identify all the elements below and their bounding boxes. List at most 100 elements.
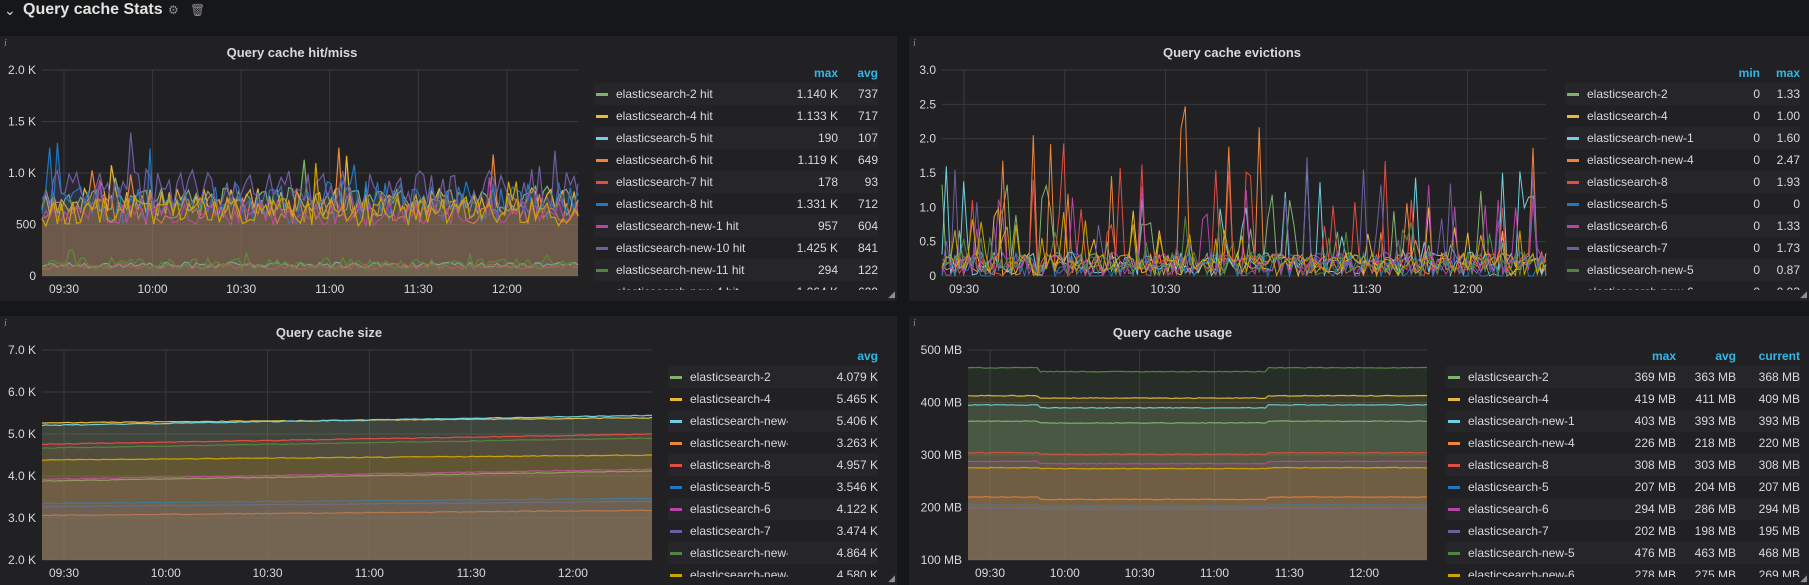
legend-series-name[interactable]: elasticsearch-new-4 bbox=[690, 436, 788, 450]
legend-series-name[interactable]: elasticsearch-new-5 bbox=[1587, 263, 1720, 277]
row-title[interactable]: Query cache Stats bbox=[23, 1, 163, 19]
legend-series-name[interactable]: elasticsearch-7 bbox=[1468, 524, 1616, 538]
legend-series-name[interactable]: elasticsearch-5 bbox=[1468, 480, 1616, 494]
legend-swatch[interactable] bbox=[596, 268, 608, 272]
chevron-down-icon[interactable]: ⌄ bbox=[4, 2, 16, 19]
legend-swatch[interactable] bbox=[1448, 441, 1460, 445]
trash-icon[interactable]: 🗑 bbox=[190, 3, 205, 17]
legend-swatch[interactable] bbox=[1448, 419, 1460, 423]
legend-column-max[interactable]: max bbox=[768, 66, 838, 80]
legend-item[interactable]: elasticsearch-7 3.474 K bbox=[668, 520, 878, 542]
legend-swatch[interactable] bbox=[1448, 397, 1460, 401]
legend-item[interactable]: elasticsearch-new-1 5.406 K bbox=[668, 410, 878, 432]
legend-item[interactable]: elasticsearch-new-6 4.580 K bbox=[668, 564, 878, 577]
legend-swatch[interactable] bbox=[670, 485, 682, 489]
legend-item[interactable]: elasticsearch-4 hit 1.133 K 717 bbox=[594, 105, 878, 127]
legend-swatch[interactable] bbox=[670, 507, 682, 511]
legend-series-name[interactable]: elasticsearch-6 bbox=[690, 502, 788, 516]
legend-item[interactable]: elasticsearch-new-5 476 MB 463 MB 468 MB bbox=[1446, 542, 1800, 564]
legend-series-name[interactable]: elasticsearch-new-4 bbox=[1587, 153, 1720, 167]
legend-series-name[interactable]: elasticsearch-2 bbox=[1587, 87, 1720, 101]
legend-item[interactable]: elasticsearch-new-1 hit 957 604 bbox=[594, 215, 878, 237]
legend-series-name[interactable]: elasticsearch-new-1 bbox=[1468, 414, 1616, 428]
legend-item[interactable]: elasticsearch-8 hit 1.331 K 712 bbox=[594, 193, 878, 215]
legend-series-name[interactable]: elasticsearch-6 bbox=[1587, 219, 1720, 233]
legend-series-name[interactable]: elasticsearch-8 bbox=[690, 458, 788, 472]
legend-item[interactable]: elasticsearch-new-4 0 2.47 bbox=[1565, 149, 1800, 171]
legend-swatch[interactable] bbox=[1567, 136, 1579, 140]
legend-series-name[interactable]: elasticsearch-new-1 hit bbox=[616, 219, 768, 233]
legend-series-name[interactable]: elasticsearch-new-1 bbox=[690, 414, 788, 428]
legend-series-name[interactable]: elasticsearch-6 hit bbox=[616, 153, 768, 167]
legend-swatch[interactable] bbox=[1448, 463, 1460, 467]
legend-swatch[interactable] bbox=[670, 551, 682, 555]
legend-series-name[interactable]: elasticsearch-7 bbox=[690, 524, 788, 538]
legend-series-name[interactable]: elasticsearch-new-6 bbox=[1468, 568, 1616, 577]
legend-swatch[interactable] bbox=[1567, 114, 1579, 118]
legend-column-avg[interactable]: avg bbox=[788, 349, 878, 363]
legend-series-name[interactable]: elasticsearch-7 bbox=[1587, 241, 1720, 255]
legend-swatch[interactable] bbox=[1448, 507, 1460, 511]
legend-item[interactable]: elasticsearch-new-1 403 MB 393 MB 393 MB bbox=[1446, 410, 1800, 432]
legend-swatch[interactable] bbox=[1567, 180, 1579, 184]
legend-series-name[interactable]: elasticsearch-new-10 hit bbox=[616, 241, 768, 255]
legend-item[interactable]: elasticsearch-new-4 hit1.064 K629 bbox=[594, 281, 878, 290]
legend-item[interactable]: elasticsearch-new-6 278 MB 275 MB 269 MB bbox=[1446, 564, 1800, 577]
legend-item[interactable]: elasticsearch-new-1 0 1.60 bbox=[1565, 127, 1800, 149]
legend-swatch[interactable] bbox=[596, 136, 608, 140]
legend-series-name[interactable]: elasticsearch-7 hit bbox=[616, 175, 768, 189]
legend-item[interactable]: elasticsearch-new-10 hit 1.425 K 841 bbox=[594, 237, 878, 259]
legend-item[interactable]: elasticsearch-2 4.079 K bbox=[668, 366, 878, 388]
legend-item[interactable]: elasticsearch-new-600.93 bbox=[1565, 281, 1800, 290]
legend-series-name[interactable]: elasticsearch-new-11 hit bbox=[616, 263, 768, 277]
legend-swatch[interactable] bbox=[670, 397, 682, 401]
legend-item[interactable]: elasticsearch-5 207 MB 204 MB 207 MB bbox=[1446, 476, 1800, 498]
legend-series-name[interactable]: elasticsearch-2 bbox=[1468, 370, 1616, 384]
legend-item[interactable]: elasticsearch-new-4 226 MB 218 MB 220 MB bbox=[1446, 432, 1800, 454]
legend-series-name[interactable]: elasticsearch-new-5 bbox=[690, 546, 788, 560]
legend-swatch[interactable] bbox=[670, 419, 682, 423]
legend-item[interactable]: elasticsearch-new-4 3.263 K bbox=[668, 432, 878, 454]
legend-series-name[interactable]: elasticsearch-2 bbox=[690, 370, 788, 384]
legend-swatch[interactable] bbox=[596, 202, 608, 206]
legend-series-name[interactable]: elasticsearch-4 hit bbox=[616, 109, 768, 123]
legend-series-name[interactable]: elasticsearch-new-5 bbox=[1468, 546, 1616, 560]
legend-swatch[interactable] bbox=[1567, 92, 1579, 96]
legend-item[interactable]: elasticsearch-8 4.957 K bbox=[668, 454, 878, 476]
legend-series-name[interactable]: elasticsearch-5 hit bbox=[616, 131, 768, 145]
legend-item[interactable]: elasticsearch-6 4.122 K bbox=[668, 498, 878, 520]
legend-item[interactable]: elasticsearch-8 308 MB 303 MB 308 MB bbox=[1446, 454, 1800, 476]
legend-swatch[interactable] bbox=[596, 114, 608, 118]
legend-item[interactable]: elasticsearch-new-5 4.864 K bbox=[668, 542, 878, 564]
legend-series-name[interactable]: elasticsearch-8 bbox=[1587, 175, 1720, 189]
legend-item[interactable]: elasticsearch-5 hit 190 107 bbox=[594, 127, 878, 149]
legend-swatch[interactable] bbox=[1567, 224, 1579, 228]
legend-swatch[interactable] bbox=[670, 463, 682, 467]
legend-item[interactable]: elasticsearch-new-5 0 0.87 bbox=[1565, 259, 1800, 281]
legend-swatch[interactable] bbox=[1567, 268, 1579, 272]
legend-series-name[interactable]: elasticsearch-4 bbox=[1587, 109, 1720, 123]
legend-item[interactable]: elasticsearch-6 hit 1.119 K 649 bbox=[594, 149, 878, 171]
legend-series-name[interactable]: elasticsearch-2 hit bbox=[616, 87, 768, 101]
legend-swatch[interactable] bbox=[1567, 202, 1579, 206]
legend-item[interactable]: elasticsearch-4 5.465 K bbox=[668, 388, 878, 410]
legend-item[interactable]: elasticsearch-4 419 MB 411 MB 409 MB bbox=[1446, 388, 1800, 410]
legend-series-name[interactable]: elasticsearch-new-4 bbox=[1468, 436, 1616, 450]
legend-column-avg[interactable]: avg bbox=[838, 66, 878, 80]
legend-swatch[interactable] bbox=[670, 573, 682, 577]
legend-swatch[interactable] bbox=[670, 529, 682, 533]
legend-swatch[interactable] bbox=[1448, 375, 1460, 379]
legend-series-name[interactable]: elasticsearch-8 bbox=[1468, 458, 1616, 472]
legend-swatch[interactable] bbox=[596, 180, 608, 184]
legend-swatch[interactable] bbox=[1448, 551, 1460, 555]
legend-series-name[interactable]: elasticsearch-5 bbox=[690, 480, 788, 494]
legend-series-name[interactable]: elasticsearch-new-1 bbox=[1587, 131, 1720, 145]
legend-item[interactable]: elasticsearch-new-11 hit 294 122 bbox=[594, 259, 878, 281]
legend-item[interactable]: elasticsearch-2 hit 1.140 K 737 bbox=[594, 83, 878, 105]
legend-item[interactable]: elasticsearch-5 0 0 bbox=[1565, 193, 1800, 215]
gear-icon[interactable]: ⚙ bbox=[168, 3, 179, 17]
legend-item[interactable]: elasticsearch-7 202 MB 198 MB 195 MB bbox=[1446, 520, 1800, 542]
legend-item[interactable]: elasticsearch-6 294 MB 286 MB 294 MB bbox=[1446, 498, 1800, 520]
legend-swatch[interactable] bbox=[596, 158, 608, 162]
legend-series-name[interactable]: elasticsearch-new-6 bbox=[1587, 285, 1720, 290]
